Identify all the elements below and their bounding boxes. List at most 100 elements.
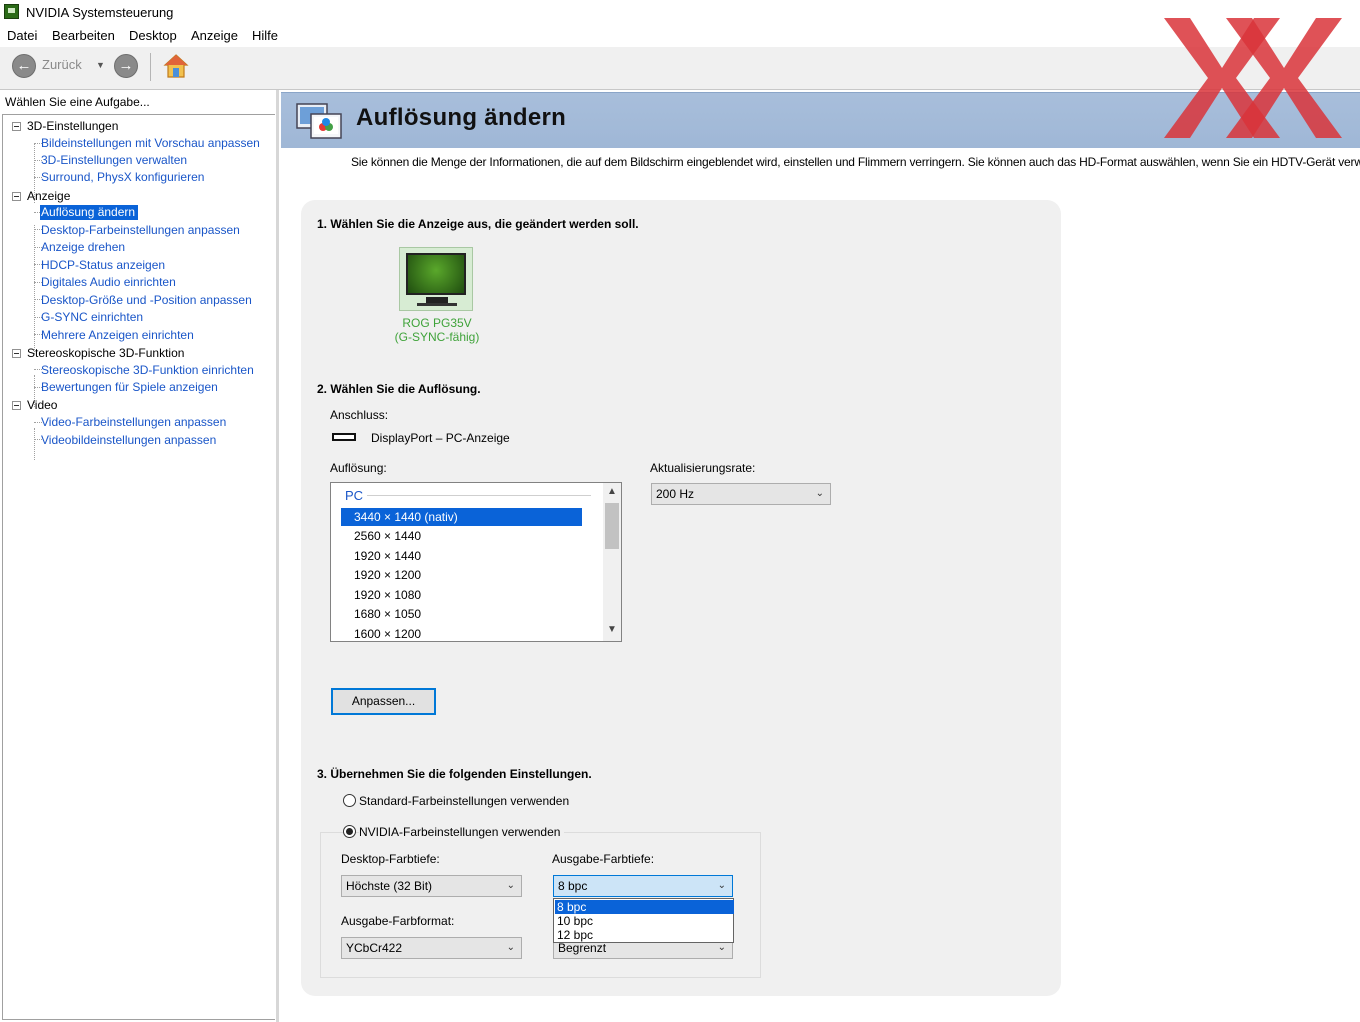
tree-item-video-color-settings[interactable]: Video-Farbeinstellungen anpassen xyxy=(41,415,226,429)
tree-item-gsync-setup[interactable]: G-SYNC einrichten xyxy=(41,310,143,324)
customize-button[interactable]: Anpassen... xyxy=(331,688,436,715)
dropdown-option[interactable]: 12 bpc xyxy=(555,928,734,942)
output-format-value: YCbCr422 xyxy=(346,941,403,955)
home-icon[interactable] xyxy=(163,53,189,79)
tree-item-game-ratings[interactable]: Bewertungen für Spiele anzeigen xyxy=(41,380,218,394)
step3-heading: 3. Übernehmen Sie die folgenden Einstell… xyxy=(317,767,592,781)
menu-anzeige[interactable]: Anzeige xyxy=(191,28,238,43)
tree-group-stereoscopic-3d[interactable]: Stereoskopische 3D-Funktion xyxy=(27,346,184,360)
tree-item-manage-3d-settings[interactable]: 3D-Einstellungen verwalten xyxy=(41,153,187,167)
resolution-option[interactable]: 1920 × 1080 xyxy=(341,586,582,604)
dynamic-range-value: Begrenzt xyxy=(558,941,607,955)
tree-item-video-image-settings[interactable]: Videobildeinstellungen anpassen xyxy=(41,433,216,447)
xx-watermark-logo xyxy=(1164,18,1342,138)
nvidia-color-radio[interactable] xyxy=(343,825,356,838)
resolution-label: Auflösung: xyxy=(330,461,387,475)
menu-desktop[interactable]: Desktop xyxy=(129,28,177,43)
tree-item-stereoscopic-setup[interactable]: Stereoskopische 3D-Funktion einrichten xyxy=(41,363,254,377)
collapse-icon[interactable] xyxy=(12,401,21,410)
resolution-listbox[interactable]: PC 3440 × 1440 (nativ) 2560 × 1440 1920 … xyxy=(330,482,622,642)
output-format-label: Ausgabe-Farbformat: xyxy=(341,914,455,928)
resolution-option[interactable]: 1600 × 1200 xyxy=(341,625,582,641)
chevron-down-icon: ⌄ xyxy=(506,942,515,953)
default-color-label[interactable]: Standard-Farbeinstellungen verwenden xyxy=(359,794,569,808)
task-navigation-pane: Wählen Sie eine Aufgabe... 3D-Einstellun… xyxy=(0,90,279,1022)
step1-heading: 1. Wählen Sie die Anzeige aus, die geänd… xyxy=(317,217,639,231)
displayport-icon xyxy=(332,433,356,441)
scroll-up-icon[interactable]: ▲ xyxy=(607,486,617,497)
default-color-radio[interactable] xyxy=(343,794,356,807)
tree-item-change-resolution[interactable]: Auflösung ändern xyxy=(40,205,139,220)
display-model: ROG PG35V xyxy=(402,316,472,330)
menu-bearbeiten[interactable]: Bearbeiten xyxy=(52,28,115,43)
refresh-rate-value: 200 Hz xyxy=(656,487,695,501)
scrollbar-thumb[interactable] xyxy=(605,503,619,549)
desktop-depth-select[interactable]: Höchste (32 Bit) ⌄ xyxy=(341,875,522,897)
back-arrow-icon[interactable]: ← xyxy=(12,54,36,78)
tree-item-desktop-size-position[interactable]: Desktop-Größe und -Position anpassen xyxy=(41,293,252,307)
refresh-rate-label: Aktualisierungsrate: xyxy=(650,461,756,475)
tree-item-digital-audio[interactable]: Digitales Audio einrichten xyxy=(41,275,176,289)
tree-item-image-settings-preview[interactable]: Bildeinstellungen mit Vorschau anpassen xyxy=(41,136,260,150)
toolbar: ← Zurück ▼ → xyxy=(0,47,1360,90)
menu-bar: Datei Bearbeiten Desktop Anzeige Hilfe xyxy=(0,25,1360,48)
task-pane-header: Wählen Sie eine Aufgabe... xyxy=(5,95,150,109)
resolution-group-header: PC xyxy=(345,488,364,503)
connection-value: DisplayPort – PC-Anzeige xyxy=(371,431,510,445)
tree-group-3d-settings[interactable]: 3D-Einstellungen xyxy=(27,119,118,133)
step2-heading: 2. Wählen Sie die Auflösung. xyxy=(317,382,481,396)
chevron-down-icon: ⌄ xyxy=(815,488,824,499)
desktop-depth-value: Höchste (32 Bit) xyxy=(346,879,433,893)
content-pane: Auflösung ändern Sie können die Menge de… xyxy=(281,90,1360,1022)
toolbar-separator xyxy=(150,53,151,81)
collapse-icon[interactable] xyxy=(12,122,21,131)
menu-hilfe[interactable]: Hilfe xyxy=(252,28,278,43)
tree-connector xyxy=(34,428,35,460)
window-title: NVIDIA Systemsteuerung xyxy=(26,5,174,20)
output-depth-select[interactable]: 8 bpc ⌄ xyxy=(553,875,733,897)
collapse-icon[interactable] xyxy=(12,349,21,358)
page-description: Sie können die Menge der Informationen, … xyxy=(351,155,1360,169)
resolution-option[interactable]: 1920 × 1200 xyxy=(341,566,582,584)
chevron-down-icon: ⌄ xyxy=(717,880,726,891)
tree-item-hdcp-status[interactable]: HDCP-Status anzeigen xyxy=(41,258,165,272)
display-select-tile[interactable] xyxy=(399,247,473,311)
dropdown-option[interactable]: 10 bpc xyxy=(555,914,734,928)
output-depth-dropdown-list[interactable]: 8 bpc 10 bpc 12 bpc xyxy=(553,898,734,943)
forward-arrow-icon[interactable]: → xyxy=(114,54,138,78)
nvidia-app-icon xyxy=(4,4,19,19)
display-settings-icon xyxy=(296,103,342,139)
output-format-select[interactable]: YCbCr422 ⌄ xyxy=(341,937,522,959)
scroll-down-icon[interactable]: ▼ xyxy=(607,624,617,635)
monitor-icon xyxy=(406,253,466,295)
display-gsync-label: (G-SYNC-fähig) xyxy=(394,330,480,344)
output-depth-value: 8 bpc xyxy=(558,879,588,893)
nvidia-color-label[interactable]: NVIDIA-Farbeinstellungen verwenden xyxy=(359,825,565,839)
tree-item-surround-physx[interactable]: Surround, PhysX konfigurieren xyxy=(41,170,204,184)
dropdown-option[interactable]: 8 bpc xyxy=(555,900,734,914)
output-depth-label: Ausgabe-Farbtiefe: xyxy=(552,852,655,866)
resolution-option[interactable]: 2560 × 1440 xyxy=(341,527,582,545)
desktop-depth-label: Desktop-Farbtiefe: xyxy=(341,852,440,866)
collapse-icon[interactable] xyxy=(12,192,21,201)
back-button-label[interactable]: Zurück xyxy=(42,57,82,72)
settings-panel: 1. Wählen Sie die Anzeige aus, die geänd… xyxy=(301,200,1061,996)
tree-item-rotate-display[interactable]: Anzeige drehen xyxy=(41,240,125,254)
resolution-scrollbar[interactable]: ▲ ▼ xyxy=(603,483,621,641)
tree-item-multiple-displays[interactable]: Mehrere Anzeigen einrichten xyxy=(41,328,194,342)
history-dropdown-icon[interactable]: ▼ xyxy=(96,60,105,70)
chevron-down-icon: ⌄ xyxy=(506,880,515,891)
tree-group-display[interactable]: Anzeige xyxy=(27,189,70,203)
task-tree: 3D-Einstellungen Bildeinstellungen mit V… xyxy=(2,114,275,1020)
menu-datei[interactable]: Datei xyxy=(7,28,37,43)
resolution-option[interactable]: 3440 × 1440 (nativ) xyxy=(341,508,582,526)
display-name[interactable]: ROG PG35V (G-SYNC-fähig) xyxy=(385,316,489,344)
resolution-option[interactable]: 1680 × 1050 xyxy=(341,605,582,623)
resolution-option[interactable]: 1920 × 1440 xyxy=(341,547,582,565)
refresh-rate-select[interactable]: 200 Hz ⌄ xyxy=(651,483,831,505)
page-title: Auflösung ändern xyxy=(356,104,567,131)
tree-item-desktop-color-settings[interactable]: Desktop-Farbeinstellungen anpassen xyxy=(41,223,240,237)
title-bar: NVIDIA Systemsteuerung xyxy=(0,0,1360,24)
tree-group-video[interactable]: Video xyxy=(27,398,57,412)
connection-label: Anschluss: xyxy=(330,408,389,422)
